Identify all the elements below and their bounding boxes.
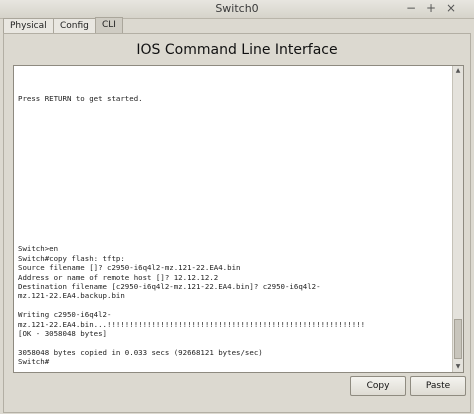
cli-panel: IOS Command Line Interface Press RETURN … <box>3 33 471 413</box>
close-icon[interactable]: × <box>444 1 458 15</box>
console-line: mz.121-22.EA4.bin...!!!!!!!!!!!!!!!!!!!!… <box>18 319 366 329</box>
panel-title: IOS Command Line Interface <box>136 42 338 58</box>
console-scrollbar[interactable]: ▲ ▼ <box>452 66 463 372</box>
paste-button[interactable]: Paste <box>410 376 466 396</box>
console-line: Source filename []? c2950-i6q4l2-mz.121-… <box>18 263 241 273</box>
tab-cli[interactable]: CLI <box>95 17 123 33</box>
console-line: Address or name of remote host []? 12.12… <box>18 272 219 282</box>
copy-button[interactable]: Copy <box>350 376 406 396</box>
console-line: Destination filename [c2950-i6q4l2-mz.12… <box>18 281 321 291</box>
window-title: Switch0 <box>215 2 259 15</box>
console-line: Press RETURN to get started. <box>18 94 143 104</box>
minimize-icon[interactable]: − <box>404 1 418 15</box>
title-bar: Switch0 − + × <box>0 0 474 19</box>
console-line: mz.121-22.EA4.backup.bin <box>18 291 125 301</box>
console-line: [OK - 3058048 bytes] <box>18 328 107 338</box>
scrollbar-thumb[interactable] <box>454 319 462 359</box>
console-terminal[interactable]: Press RETURN to get started. Switch>en Swi… <box>13 65 464 373</box>
tab-physical[interactable]: Physical <box>3 18 54 33</box>
tab-config[interactable]: Config <box>53 18 96 33</box>
console-line: Writing c2950-i6q4l2- <box>18 310 112 320</box>
console-output[interactable]: Press RETURN to get started. Switch>en Swi… <box>18 66 450 372</box>
console-line: 3058048 bytes copied in 0.033 secs (9266… <box>18 347 263 357</box>
console-line: Switch>en <box>18 244 59 254</box>
scroll-down-icon[interactable]: ▼ <box>453 362 463 372</box>
scroll-up-icon[interactable]: ▲ <box>453 66 463 76</box>
console-line: Switch# <box>18 357 50 367</box>
maximize-icon[interactable]: + <box>424 1 438 15</box>
console-line: Switch#copy flash: tftp: <box>18 253 125 263</box>
